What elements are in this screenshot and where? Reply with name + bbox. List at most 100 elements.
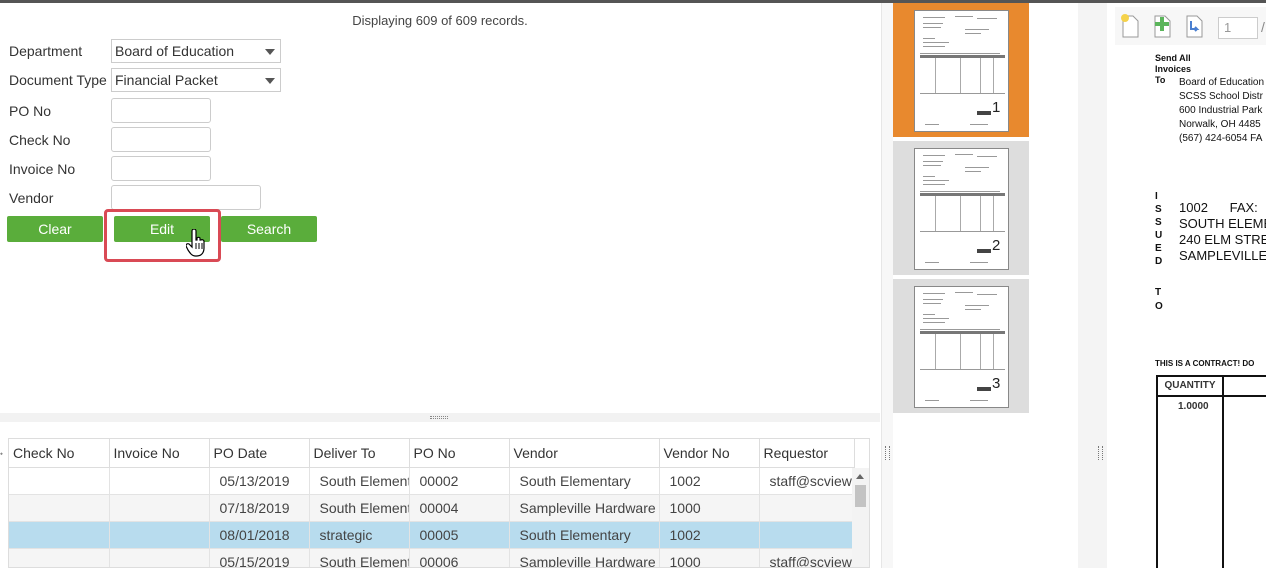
viewer-toolbar: 1 / — [1115, 7, 1266, 45]
cell-vendor: South Elementary — [509, 467, 660, 495]
records-count: Displaying 609 of 609 records. — [352, 13, 528, 28]
vendor-input[interactable] — [111, 185, 261, 210]
grid-scrollbar[interactable] — [852, 468, 869, 567]
results-grid: Check No Invoice No PO Date Deliver To P… — [8, 438, 870, 568]
cell-check-no — [9, 494, 110, 522]
line-items-table: QUANTITY 1.0000 — [1156, 375, 1266, 568]
cell-vendor: Sampleville Hardware — [509, 548, 660, 567]
issued-line: 1002 FAX: — [1179, 200, 1258, 215]
add-page-icon[interactable] — [1151, 13, 1173, 39]
column-header-po-date[interactable]: PO Date — [209, 439, 310, 468]
check-no-label: Check No — [9, 132, 71, 148]
issued-line: 240 ELM STRE — [1179, 232, 1266, 247]
page-thumbnail[interactable]: 3 — [893, 279, 1029, 413]
cell-deliver-to: South Element — [309, 467, 410, 495]
issued-letter: U — [1155, 230, 1163, 241]
po-no-input[interactable] — [111, 98, 211, 123]
expand-arrow-icon: ⬩ — [0, 449, 3, 458]
column-header-vendor-no[interactable]: Vendor No — [659, 439, 760, 468]
check-no-input[interactable] — [111, 127, 211, 152]
scroll-thumb[interactable] — [855, 485, 866, 507]
column-header-requestor[interactable]: Requestor — [759, 439, 855, 468]
vertical-splitter-left[interactable] — [881, 3, 893, 568]
horizontal-splitter[interactable] — [0, 413, 880, 422]
send-all-text: Send All — [1155, 53, 1191, 63]
quantity-value: 1.0000 — [1178, 401, 1209, 412]
department-select[interactable]: Board of Education — [111, 39, 281, 63]
cell-requestor: staff@scview. — [759, 548, 855, 567]
column-header-invoice-no[interactable]: Invoice No — [109, 439, 210, 468]
cell-vendor-no: 1002 — [659, 521, 760, 549]
grip-icon — [430, 416, 448, 419]
cell-invoice-no — [109, 521, 210, 549]
chevron-down-icon — [265, 49, 275, 55]
invoices-text: Invoices — [1155, 64, 1192, 74]
po-no-label: PO No — [9, 103, 52, 119]
address-line: Board of Education — [1179, 77, 1265, 88]
cell-check-no — [9, 467, 110, 495]
thumbnail-panel: 1 2 3 — [893, 3, 1078, 568]
department-value: Board of Education — [115, 43, 235, 59]
column-header-deliver-to[interactable]: Deliver To — [309, 439, 410, 468]
to-letter: T — [1155, 287, 1162, 298]
cell-po-no: 00002 — [409, 467, 510, 495]
cell-vendor: Sampleville Hardware — [509, 494, 660, 522]
scroll-up-arrow-icon[interactable] — [856, 474, 864, 479]
search-button[interactable]: Search — [221, 216, 317, 242]
hand-cursor-icon — [186, 229, 205, 257]
vendor-label: Vendor — [9, 190, 54, 206]
to-text: To — [1155, 75, 1166, 85]
invoice-no-input[interactable] — [111, 156, 211, 181]
cell-invoice-no — [109, 467, 210, 495]
cell-invoice-no — [109, 548, 210, 567]
thumbnail-number: 3 — [992, 375, 1001, 392]
thumbnail-number: 2 — [992, 237, 1001, 254]
to-letter: O — [1155, 301, 1163, 312]
grid-header-row: Check No Invoice No PO Date Deliver To P… — [9, 439, 855, 468]
cell-po-no: 00006 — [409, 548, 510, 567]
quantity-header: QUANTITY — [1158, 377, 1224, 397]
issued-line: SAMPLEVILLE — [1179, 248, 1266, 263]
page-separator: / — [1261, 19, 1265, 35]
page-thumbnail[interactable]: 2 — [893, 141, 1029, 275]
cell-po-date: 05/15/2019 — [209, 548, 310, 567]
cell-check-no — [9, 521, 110, 549]
cell-po-no: 00005 — [409, 521, 510, 549]
page-thumbnail[interactable]: 1 — [893, 3, 1029, 137]
cell-deliver-to: South Element — [309, 494, 410, 522]
table-row[interactable]: 05/15/2019 South Element 00006 Samplevil… — [9, 548, 855, 567]
new-document-icon[interactable] — [1119, 13, 1141, 39]
page-number-input[interactable]: 1 — [1218, 17, 1258, 39]
table-row[interactable]: 05/13/2019 South Element 00002 South Ele… — [9, 467, 855, 495]
address-line: (567) 424-6054 FA — [1179, 133, 1263, 144]
contract-notice: THIS IS A CONTRACT! DO — [1155, 359, 1255, 368]
cell-po-date: 07/18/2019 — [209, 494, 310, 522]
cell-po-date: 08/01/2018 — [209, 521, 310, 549]
vertical-splitter-right[interactable] — [1078, 3, 1107, 568]
cell-vendor-no: 1000 — [659, 494, 760, 522]
column-header-vendor[interactable]: Vendor — [509, 439, 660, 468]
cell-requestor: staff@scview. — [759, 467, 855, 495]
insert-page-icon[interactable] — [1183, 13, 1205, 39]
address-line: SCSS School Distr — [1179, 91, 1263, 102]
column-header-po-no[interactable]: PO No — [409, 439, 510, 468]
issued-letter: I — [1155, 191, 1158, 202]
column-header-check-no[interactable]: Check No — [9, 439, 110, 468]
issued-line: SOUTH ELEME — [1179, 216, 1266, 231]
table-row[interactable]: 07/18/2019 South Element 00004 Samplevil… — [9, 494, 855, 522]
chevron-down-icon — [265, 78, 275, 84]
cell-vendor-no: 1000 — [659, 548, 760, 567]
department-label: Department — [9, 43, 83, 59]
issued-letter: S — [1155, 217, 1162, 228]
cell-requestor — [759, 521, 855, 549]
cell-invoice-no — [109, 494, 210, 522]
issued-letter: D — [1155, 256, 1163, 267]
clear-button[interactable]: Clear — [7, 216, 103, 242]
cell-po-no: 00004 — [409, 494, 510, 522]
address-line: Norwalk, OH 4485 — [1179, 119, 1261, 130]
table-row-selected[interactable]: 08/01/2018 strategic 00005 South Element… — [9, 521, 855, 549]
table-rule — [1224, 395, 1266, 397]
document-type-label: Document Type — [9, 72, 107, 88]
document-viewer: 1 / Send All Invoices To Board of Educat… — [1107, 3, 1266, 568]
document-type-select[interactable]: Financial Packet — [111, 68, 281, 92]
